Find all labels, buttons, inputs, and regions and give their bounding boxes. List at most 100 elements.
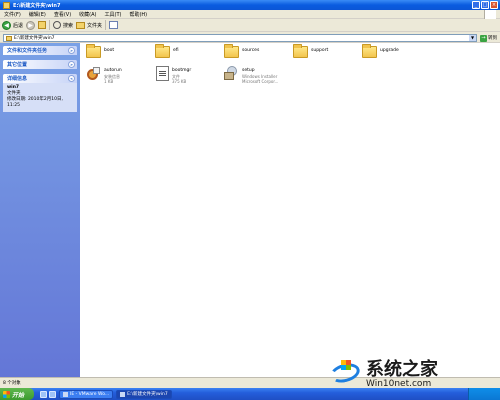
expand-icon[interactable]: »: [68, 61, 75, 68]
app-icon: [63, 391, 68, 397]
toolbar: ◀ 后退 ▶ 搜索 文件夹: [0, 19, 500, 32]
folder-icon: [6, 35, 12, 41]
close-button[interactable]: ×: [490, 1, 498, 9]
details-body: win7 文件夹 修改日期: 2010年2月10日, 11:25: [3, 83, 77, 112]
page-icon: [93, 67, 100, 74]
folder-icon: [3, 1, 10, 9]
folder-icon: [293, 44, 308, 58]
search-label: 搜索: [63, 22, 74, 29]
title-bar[interactable]: E:\新建文件夹\win7 _ □ ×: [0, 0, 500, 10]
taskbar-item-vmware[interactable]: IE - VMware Wo...: [59, 389, 114, 399]
show-desktop-icon[interactable]: [40, 390, 47, 398]
back-button[interactable]: ◀ 后退: [2, 20, 24, 30]
go-label: 转到: [488, 36, 497, 41]
up-folder-icon[interactable]: [38, 21, 47, 29]
folder-icon: [155, 44, 170, 58]
folder-icon: [120, 391, 126, 397]
panel-title: 其它位置: [7, 62, 28, 68]
folders-icon: [76, 21, 86, 29]
file-name: support: [311, 48, 329, 53]
file-size: 1 KB: [104, 79, 114, 84]
panel-file-tasks: 文件和文件夹任务 »: [3, 46, 77, 55]
file-name: sources: [242, 48, 260, 53]
details-modified: 修改日期: 2010年2月10日, 11:25: [7, 97, 63, 108]
folder-icon: [224, 44, 239, 58]
windows-flag-icon: [484, 10, 496, 19]
search-button[interactable]: 搜索: [53, 21, 73, 29]
menu-view[interactable]: 查看(V): [50, 11, 75, 18]
setup-info-icon: [86, 66, 101, 81]
address-bar: E:\新建文件夹\win7 ▼ → 转到: [0, 32, 500, 43]
address-text: E:\新建文件夹\win7: [14, 36, 55, 41]
panel-title: 文件和文件夹任务: [7, 48, 48, 54]
menu-favorites[interactable]: 收藏(A): [75, 11, 100, 18]
minimize-button[interactable]: _: [472, 1, 480, 9]
file-publisher: Microsoft Corpor...: [242, 79, 279, 84]
explorer-window: E:\新建文件夹\win7 _ □ × 文件(F) 编辑(E) 查看(V) 收藏…: [0, 0, 500, 388]
panel-header-file-tasks[interactable]: 文件和文件夹任务 »: [3, 46, 77, 55]
panel-other-places: 其它位置 »: [3, 60, 77, 69]
file-size: 375 KB: [172, 79, 187, 84]
windows-logo-icon: [341, 360, 351, 370]
taskbar-item-explorer[interactable]: E:\新建文件夹\win7: [116, 389, 172, 399]
maximize-button[interactable]: □: [481, 1, 489, 9]
window-controls: _ □ ×: [472, 1, 498, 9]
forward-button[interactable]: ▶: [26, 20, 36, 30]
folder-icon: [86, 44, 101, 58]
panel-header-other-places[interactable]: 其它位置 »: [3, 60, 77, 69]
start-button[interactable]: 开始: [0, 388, 34, 400]
address-input[interactable]: E:\新建文件夹\win7 ▼: [3, 34, 477, 42]
file-item-bootmgr[interactable]: bootmgr 文件 375 KB: [156, 66, 191, 84]
search-icon: [53, 21, 62, 29]
file-text: autorun 安装信息 1 KB: [104, 66, 122, 84]
forward-arrow-icon: ▶: [26, 20, 36, 30]
go-button[interactable]: → 转到: [480, 34, 497, 42]
menu-file[interactable]: 文件(F): [0, 11, 25, 18]
task-pane: 文件和文件夹任务 » 其它位置 » 详细信息 « win7 文件夹 修改日期: …: [0, 43, 80, 388]
quick-launch: [40, 390, 56, 398]
file-name: boot: [104, 48, 115, 53]
windows-logo-icon: [3, 390, 10, 398]
menu-edit[interactable]: 编辑(E): [25, 11, 50, 18]
watermark-url: Win10net.com: [366, 378, 432, 389]
folders-label: 文件夹: [87, 22, 103, 29]
file-item-sources[interactable]: sources: [224, 44, 260, 58]
collapse-icon[interactable]: «: [68, 75, 75, 82]
system-file-icon: [156, 66, 169, 81]
panel-header-details[interactable]: 详细信息 «: [3, 74, 77, 83]
file-item-efi[interactable]: efi: [155, 44, 179, 58]
watermark-text: 系统之家 Win10net.com: [366, 360, 438, 389]
back-arrow-icon: ◀: [2, 20, 11, 30]
file-text: setup Windows Installer Microsoft Corpor…: [242, 66, 278, 84]
file-item-upgrade[interactable]: upgrade: [362, 44, 399, 58]
status-text: 8 个对象: [3, 381, 21, 386]
panel-details: 详细信息 « win7 文件夹 修改日期: 2010年2月10日, 11:25: [3, 74, 77, 112]
file-text: bootmgr 文件 375 KB: [172, 66, 191, 84]
window-title: E:\新建文件夹\win7: [13, 2, 61, 9]
package-icon: [224, 72, 234, 80]
chevron-down-icon[interactable]: ▼: [469, 35, 476, 41]
menu-tools[interactable]: 工具(T): [101, 11, 126, 18]
installer-icon: [224, 66, 239, 81]
toolbar-divider: [105, 20, 107, 30]
expand-icon[interactable]: »: [68, 47, 75, 54]
folders-button[interactable]: 文件夹: [76, 21, 103, 29]
menu-help[interactable]: 帮助(H): [125, 11, 151, 18]
task-label: IE - VMware Wo...: [70, 391, 110, 397]
file-name: efi: [173, 48, 179, 53]
file-item-boot[interactable]: boot: [86, 44, 115, 58]
watermark: 系统之家 Win10net.com: [328, 355, 500, 393]
file-item-autorun[interactable]: autorun 安装信息 1 KB: [86, 66, 122, 84]
file-list: boot efi sources support upgrade autorun…: [80, 43, 500, 377]
menu-bar: 文件(F) 编辑(E) 查看(V) 收藏(A) 工具(T) 帮助(H): [0, 10, 500, 19]
browser-icon[interactable]: [49, 390, 56, 398]
watermark-title: 系统之家: [366, 358, 438, 380]
file-item-setup[interactable]: setup Windows Installer Microsoft Corpor…: [224, 66, 278, 84]
file-item-support[interactable]: support: [293, 44, 329, 58]
task-label: E:\新建文件夹\win7: [127, 392, 168, 397]
views-icon[interactable]: [109, 21, 119, 29]
start-label: 开始: [12, 391, 25, 399]
toolbar-divider: [49, 20, 51, 30]
file-name: upgrade: [380, 48, 399, 53]
back-label: 后退: [13, 22, 24, 29]
